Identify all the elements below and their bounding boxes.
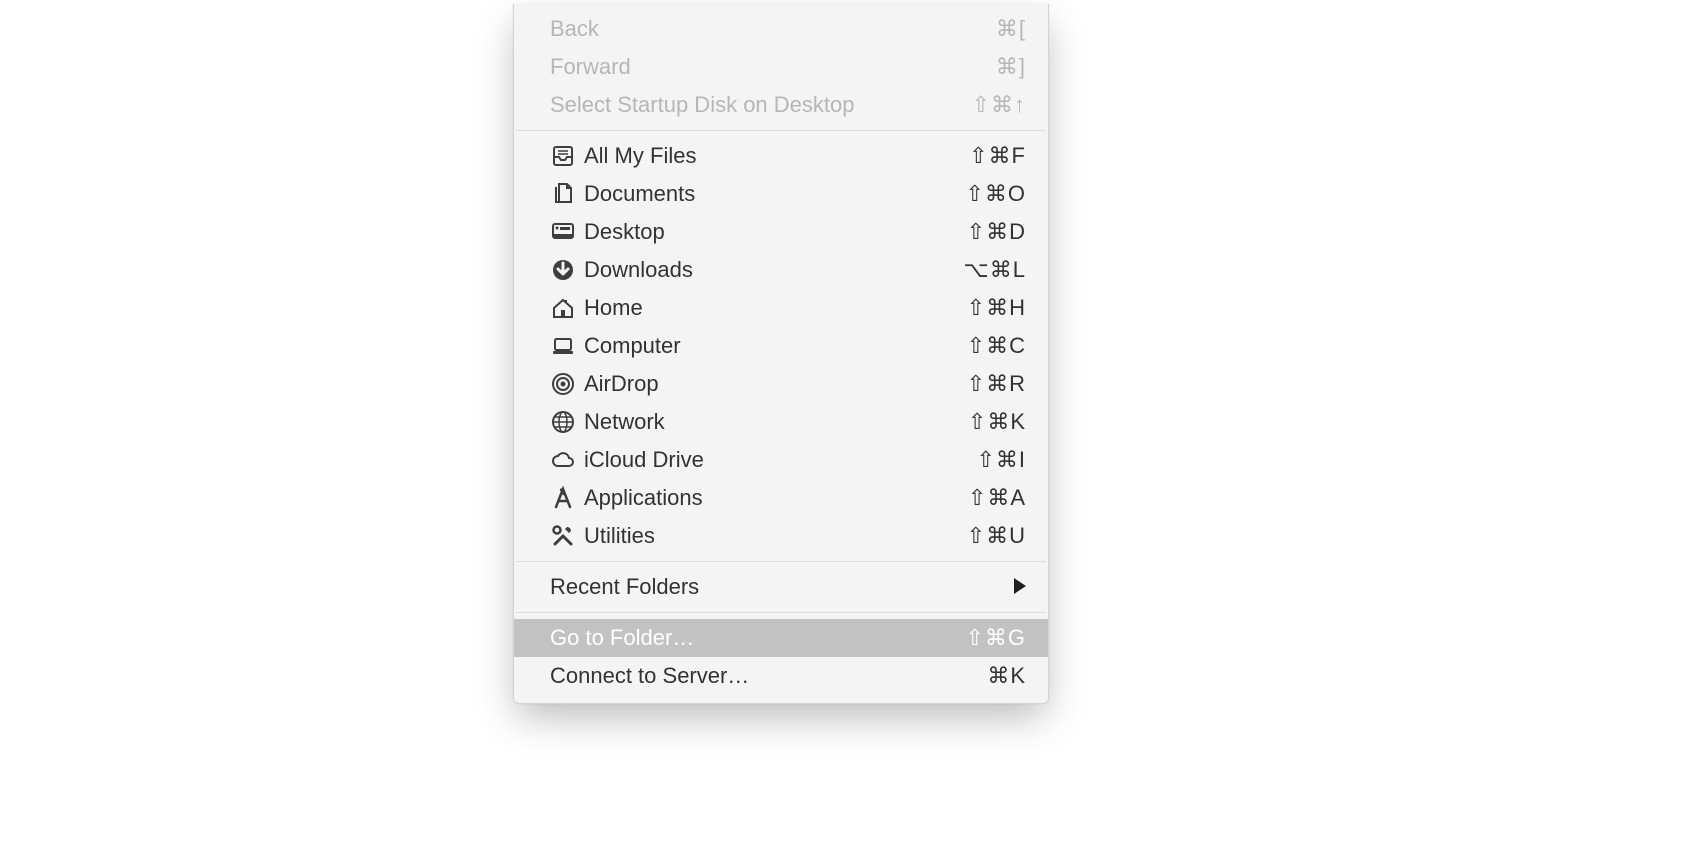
- menu-item-label: AirDrop: [584, 373, 967, 395]
- globe-icon: [550, 409, 576, 435]
- shortcut-label: ⇧⌘K: [968, 411, 1026, 433]
- menu-item-label: Home: [584, 297, 967, 319]
- menu-item-label: Network: [584, 411, 968, 433]
- menu-item-label: Computer: [584, 335, 967, 357]
- home-icon: [550, 295, 576, 321]
- menu-item-select-startup-disk: Select Startup Disk on Desktop ⇧⌘↑: [514, 86, 1048, 124]
- menu-item-label: Forward: [550, 56, 996, 78]
- menu-item-computer[interactable]: Computer ⇧⌘C: [514, 327, 1048, 365]
- shortcut-label: ⇧⌘G: [965, 627, 1026, 649]
- menu-separator: [516, 561, 1046, 562]
- menu-item-documents[interactable]: Documents ⇧⌘O: [514, 175, 1048, 213]
- menu-separator: [516, 130, 1046, 131]
- menu-item-forward: Forward ⌘]: [514, 48, 1048, 86]
- menu-item-label: Desktop: [584, 221, 967, 243]
- menu-item-label: iCloud Drive: [584, 449, 976, 471]
- submenu-arrow-icon: [1014, 578, 1026, 596]
- shortcut-label: ⇧⌘I: [976, 449, 1026, 471]
- menu-item-label: Downloads: [584, 259, 963, 281]
- menu-item-network[interactable]: Network ⇧⌘K: [514, 403, 1048, 441]
- shortcut-label: ⌘K: [987, 665, 1026, 687]
- shortcut-label: ⇧⌘O: [965, 183, 1026, 205]
- shortcut-label: ⇧⌘C: [967, 335, 1026, 357]
- menu-item-label: Recent Folders: [550, 576, 1014, 598]
- desktop-icon: [550, 219, 576, 245]
- shortcut-label: ⌥⌘L: [963, 259, 1026, 281]
- menu-item-go-to-folder[interactable]: Go to Folder… ⇧⌘G: [514, 619, 1048, 657]
- shortcut-label: ⇧⌘U: [967, 525, 1026, 547]
- cloud-icon: [550, 447, 576, 473]
- shortcut-label: ⌘]: [996, 56, 1026, 78]
- go-menu: Back ⌘[ Forward ⌘] Select Startup Disk o…: [513, 4, 1049, 704]
- shortcut-label: ⇧⌘R: [967, 373, 1026, 395]
- menu-item-connect-to-server[interactable]: Connect to Server… ⌘K: [514, 657, 1048, 695]
- shortcut-label: ⌘[: [996, 18, 1026, 40]
- menu-item-applications[interactable]: Applications ⇧⌘A: [514, 479, 1048, 517]
- menu-item-back: Back ⌘[: [514, 10, 1048, 48]
- menu-item-label: Utilities: [584, 525, 967, 547]
- applications-icon: [550, 485, 576, 511]
- menu-item-label: Documents: [584, 183, 965, 205]
- shortcut-label: ⇧⌘↑: [972, 94, 1026, 116]
- shortcut-label: ⇧⌘A: [968, 487, 1026, 509]
- menu-item-all-my-files[interactable]: All My Files ⇧⌘F: [514, 137, 1048, 175]
- shortcut-label: ⇧⌘D: [967, 221, 1026, 243]
- menu-item-utilities[interactable]: Utilities ⇧⌘U: [514, 517, 1048, 555]
- tray-icon: [550, 143, 576, 169]
- tools-icon: [550, 523, 576, 549]
- menu-item-label: Go to Folder…: [550, 627, 965, 649]
- documents-icon: [550, 181, 576, 207]
- shortcut-label: ⇧⌘F: [969, 145, 1026, 167]
- menu-item-downloads[interactable]: Downloads ⌥⌘L: [514, 251, 1048, 289]
- menu-item-recent-folders[interactable]: Recent Folders: [514, 568, 1048, 606]
- menu-item-label: Back: [550, 18, 996, 40]
- menu-item-label: Connect to Server…: [550, 665, 987, 687]
- menu-item-label: Applications: [584, 487, 968, 509]
- download-icon: [550, 257, 576, 283]
- menu-item-home[interactable]: Home ⇧⌘H: [514, 289, 1048, 327]
- menu-item-airdrop[interactable]: AirDrop ⇧⌘R: [514, 365, 1048, 403]
- menu-separator: [516, 612, 1046, 613]
- airdrop-icon: [550, 371, 576, 397]
- shortcut-label: ⇧⌘H: [967, 297, 1026, 319]
- laptop-icon: [550, 333, 576, 359]
- menu-item-desktop[interactable]: Desktop ⇧⌘D: [514, 213, 1048, 251]
- menu-item-icloud-drive[interactable]: iCloud Drive ⇧⌘I: [514, 441, 1048, 479]
- menu-item-label: Select Startup Disk on Desktop: [550, 94, 972, 116]
- menu-item-label: All My Files: [584, 145, 969, 167]
